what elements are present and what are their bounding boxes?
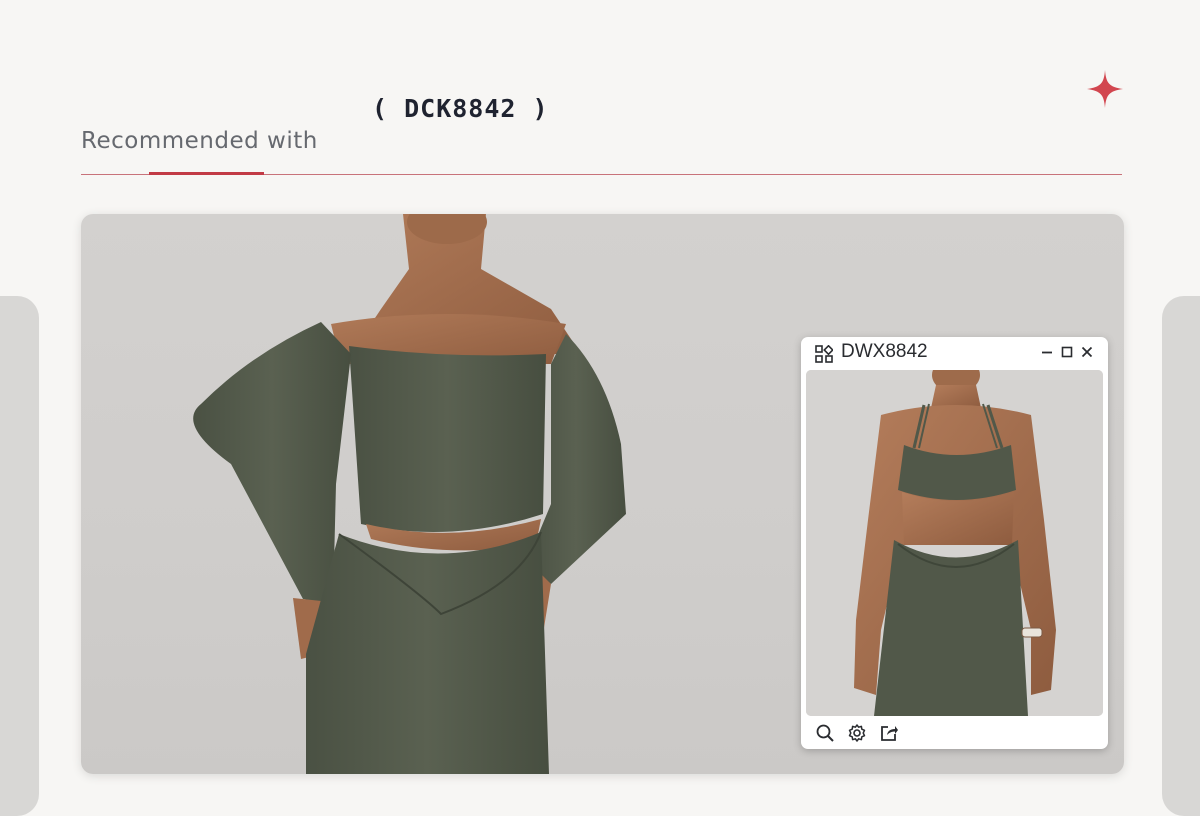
viewer-title: DWX8842 (841, 341, 928, 362)
gear-icon[interactable] (847, 723, 867, 743)
section-divider-accent (149, 172, 264, 175)
zoom-icon[interactable] (815, 723, 835, 743)
viewer-toolbar (801, 719, 1108, 747)
next-slide-card[interactable] (1162, 296, 1200, 816)
minimize-icon[interactable] (1039, 344, 1055, 360)
product-code: ( DCK8842 ) (372, 94, 549, 123)
previous-slide-card[interactable] (0, 296, 39, 816)
share-icon[interactable] (879, 723, 899, 743)
sparkle-icon (1087, 70, 1123, 108)
viewer-title-bar[interactable]: DWX8842 (801, 337, 1108, 369)
image-viewer-window[interactable]: DWX8842 (801, 337, 1108, 749)
close-icon[interactable] (1079, 344, 1095, 360)
maximize-icon[interactable] (1059, 344, 1075, 360)
section-title: Recommended with (81, 128, 318, 154)
viewer-product-photo (806, 370, 1103, 716)
grid-icon (815, 345, 833, 363)
